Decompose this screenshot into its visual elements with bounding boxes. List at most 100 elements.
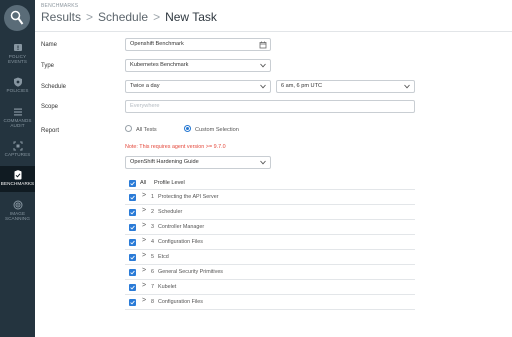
expand-chevron-icon[interactable]: >	[142, 222, 146, 229]
sidebar-item-label: BENCHMARKS	[0, 181, 35, 186]
radio-button[interactable]	[125, 125, 132, 132]
scope-input[interactable]: Everywhere	[125, 100, 415, 113]
column-header-profile-level[interactable]: Profile Level	[154, 180, 185, 186]
table-row[interactable]: >7 Kubelet	[125, 280, 415, 295]
check-icon	[130, 300, 135, 305]
expand-chevron-icon[interactable]: >	[142, 207, 146, 214]
logo-icon[interactable]	[4, 5, 30, 31]
sidebar-item-label: CAPTURES	[4, 152, 31, 157]
expand-chevron-icon[interactable]: >	[142, 282, 146, 289]
row-number: 1	[151, 194, 154, 200]
table-row[interactable]: >3 Controller Manager	[125, 220, 415, 235]
column-header-all: All	[140, 180, 147, 186]
time-select[interactable]: 6 am, 6 pm UTC	[276, 80, 415, 93]
row-checkbox[interactable]	[129, 209, 136, 216]
type-select[interactable]: Kubernetes Benchmark	[125, 59, 271, 72]
scope-placeholder: Everywhere	[130, 103, 160, 109]
check-icon	[130, 240, 135, 245]
sidebar-item-commands-audit[interactable]: COMMANDS AUDIT	[0, 107, 35, 133]
breadcrumb-schedule[interactable]: Schedule	[98, 10, 148, 24]
page-title: New Task	[165, 10, 217, 24]
expand-chevron-icon[interactable]: >	[142, 267, 146, 274]
guide-value: OpenShift Hardening Guide	[130, 159, 199, 165]
agent-version-note: Note: This requires agent version >= 9.7…	[125, 144, 226, 150]
row-checkbox[interactable]	[129, 239, 136, 246]
row-number: 6	[151, 269, 154, 275]
row-title: Kubelet	[158, 284, 177, 290]
calendar-icon[interactable]	[259, 41, 267, 49]
radio-button-selected[interactable]	[184, 125, 191, 132]
schedule-label: Schedule	[41, 84, 67, 90]
alert-icon	[13, 44, 22, 51]
check-icon	[130, 181, 135, 186]
check-icon	[130, 225, 135, 230]
breadcrumb-separator: >	[86, 10, 94, 24]
sidebar-item-benchmarks[interactable]: BENCHMARKS	[0, 166, 35, 192]
name-value: Openshift Benchmark	[130, 41, 184, 47]
breadcrumb: Results > Schedule > New Task	[41, 10, 217, 24]
row-checkbox[interactable]	[129, 194, 136, 201]
table-row[interactable]: >4 Configuration Files	[125, 235, 415, 250]
table-row[interactable]: >5 Etcd	[125, 250, 415, 265]
expand-chevron-icon[interactable]: >	[142, 237, 146, 244]
section-label: BENCHMARKS	[41, 3, 79, 9]
sidebar-item-policy-events[interactable]: POLICY EVENTS	[0, 43, 35, 69]
page-header: BENCHMARKS Results > Schedule > New Task	[35, 0, 512, 32]
sidebar-item-label: COMMANDS AUDIT	[3, 118, 32, 129]
name-label: Name	[41, 42, 58, 48]
radio-label-all-tests: All Tests	[136, 126, 157, 133]
guide-select[interactable]: OpenShift Hardening Guide	[125, 156, 271, 169]
row-checkbox[interactable]	[129, 254, 136, 261]
type-value: Kubernetes Benchmark	[130, 62, 189, 68]
frequency-value: Twice a day	[130, 83, 160, 89]
table-row[interactable]: >2 Scheduler	[125, 205, 415, 220]
radio-label-custom-selection: Custom Selection	[195, 126, 239, 133]
row-title: Etcd	[158, 254, 169, 260]
select-all-checkbox[interactable]	[129, 180, 136, 187]
row-title: Configuration Files	[158, 299, 203, 305]
frequency-select[interactable]: Twice a day	[125, 80, 271, 93]
scope-label: Scope	[41, 104, 59, 110]
table-row[interactable]: >8 Configuration Files	[125, 295, 415, 310]
shield-icon	[13, 77, 22, 87]
breadcrumb-results[interactable]: Results	[41, 10, 81, 24]
divider	[125, 309, 415, 310]
expand-chevron-icon[interactable]: >	[142, 252, 146, 259]
sidebar-item-captures[interactable]: CAPTURES	[0, 141, 35, 161]
row-checkbox[interactable]	[129, 299, 136, 306]
row-title: Controller Manager	[158, 224, 205, 230]
row-number: 2	[151, 209, 154, 215]
table-row[interactable]: >1 Protecting the API Server	[125, 190, 415, 205]
chevron-down-icon	[260, 160, 266, 165]
capture-icon	[13, 141, 22, 151]
row-title: Configuration Files	[158, 239, 203, 245]
time-value: 6 am, 6 pm UTC	[281, 83, 323, 89]
list-icon	[13, 108, 22, 116]
check-icon	[130, 270, 135, 275]
sidebar-item-label: POLICIES	[6, 88, 29, 93]
row-checkbox[interactable]	[129, 224, 136, 231]
chevron-down-icon	[260, 63, 266, 68]
row-title: Protecting the API Server	[158, 194, 219, 200]
report-label: Report	[41, 128, 60, 134]
radio-custom-selection[interactable]: Custom Selection	[184, 125, 239, 133]
table-row[interactable]: >6 General Security Primitives	[125, 265, 415, 280]
row-checkbox[interactable]	[129, 284, 136, 291]
scan-icon	[13, 200, 22, 210]
sidebar-item-label: IMAGE SCANNING	[4, 211, 31, 222]
expand-chevron-icon[interactable]: >	[142, 297, 146, 304]
type-label: Type	[41, 63, 55, 69]
chevron-down-icon	[260, 84, 266, 89]
check-icon	[130, 285, 135, 290]
row-number: 4	[151, 239, 154, 245]
clipboard-check-icon	[14, 170, 21, 180]
expand-chevron-icon[interactable]: >	[142, 192, 146, 199]
row-title: Scheduler	[158, 209, 183, 215]
radio-all-tests[interactable]: All Tests	[125, 125, 157, 133]
check-icon	[130, 195, 135, 200]
sidebar-item-policies[interactable]: POLICIES	[0, 77, 35, 97]
row-checkbox[interactable]	[129, 269, 136, 276]
sidebar-item-image-scanning[interactable]: IMAGE SCANNING	[0, 200, 35, 226]
chevron-down-icon	[404, 84, 410, 89]
name-field[interactable]: Openshift Benchmark	[125, 38, 271, 51]
